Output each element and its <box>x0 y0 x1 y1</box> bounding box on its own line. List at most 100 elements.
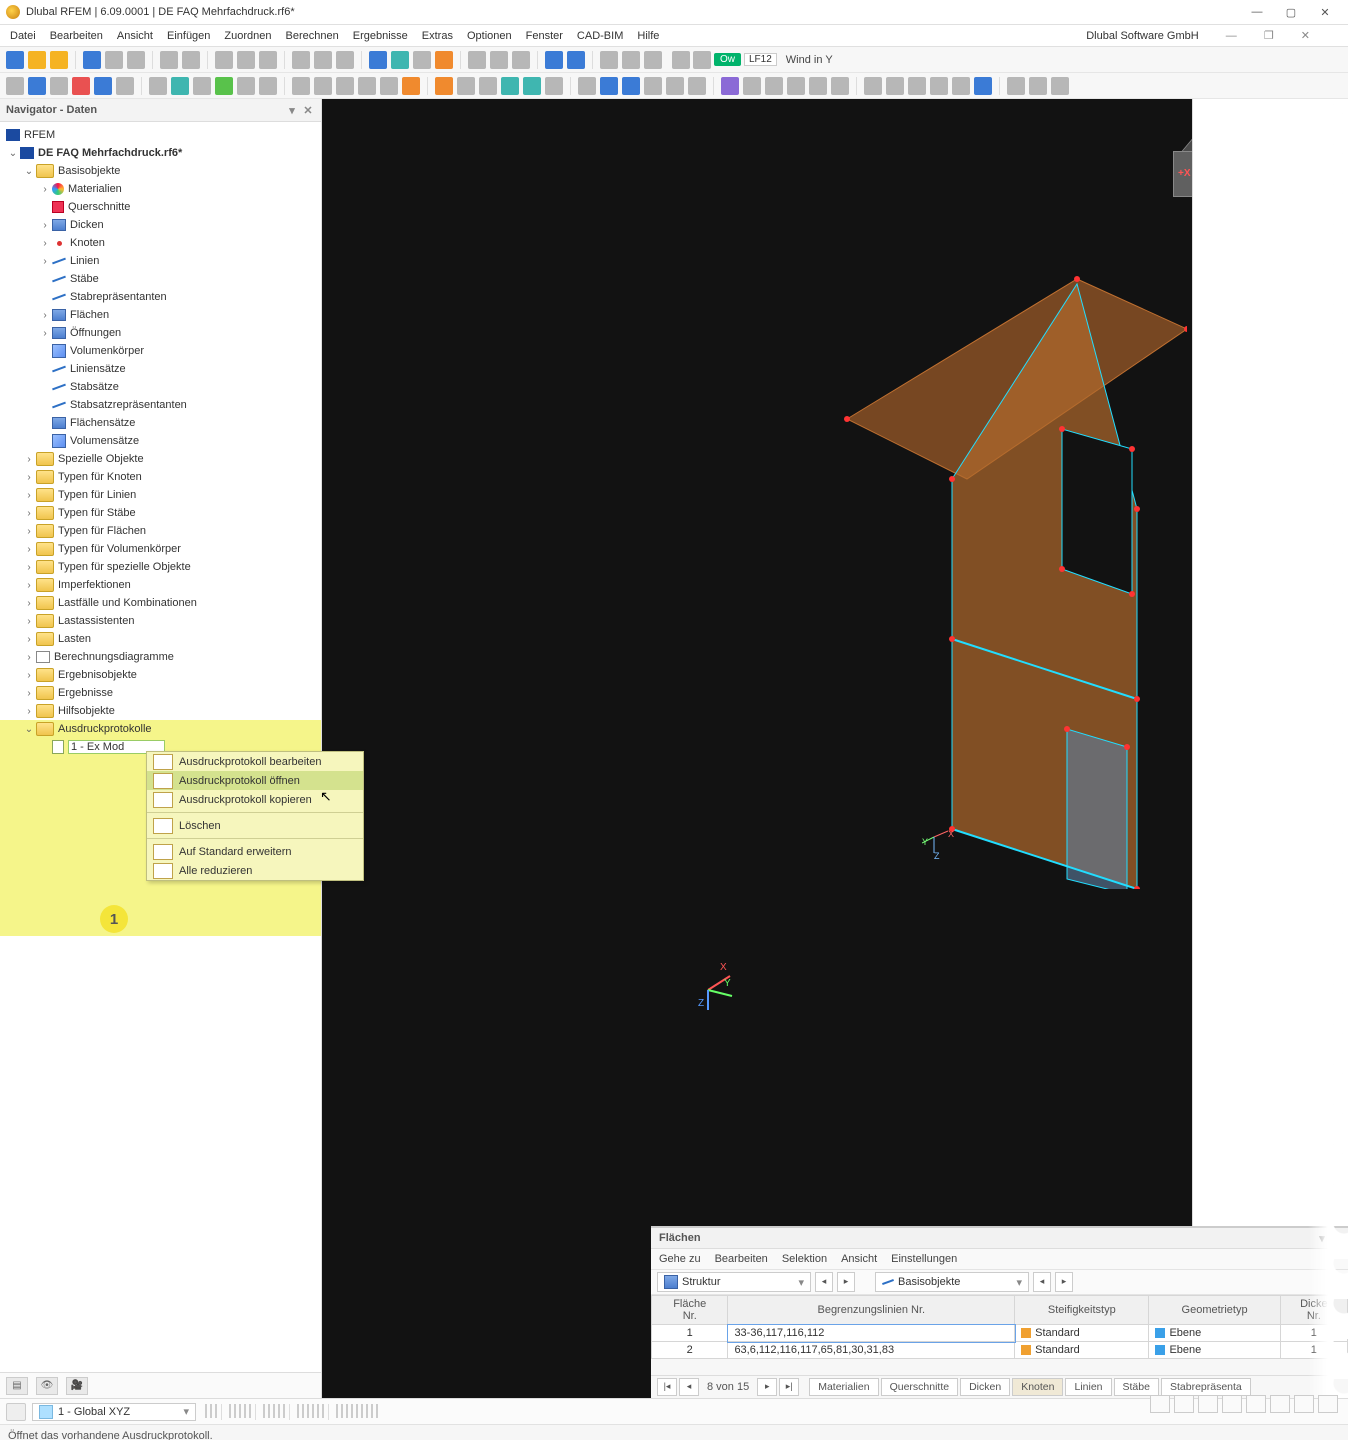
view3-icon[interactable] <box>512 51 530 69</box>
tree-ergebnisse[interactable]: ›Ergebnisse <box>0 684 321 702</box>
doc-restore[interactable]: ❐ <box>1264 30 1274 42</box>
tree-imperfektionen[interactable]: ›Imperfektionen <box>0 576 321 594</box>
tree-hilfsobjekte[interactable]: ›Hilfsobjekte <box>0 702 321 720</box>
tool2-16-icon[interactable] <box>380 77 398 95</box>
status-tool-16-icon[interactable] <box>312 1404 314 1418</box>
navigator-pin-icon[interactable]: ▾ <box>285 104 299 117</box>
ctx-ausdruckprotokoll-kopieren[interactable]: Ausdruckprotokoll kopieren <box>147 790 363 809</box>
table-menu-selektion[interactable]: Selektion <box>782 1253 827 1265</box>
status-tool-27-icon[interactable] <box>376 1404 378 1418</box>
tool2-40-icon[interactable] <box>952 77 970 95</box>
tool2-21-icon[interactable] <box>501 77 519 95</box>
surfaces-table[interactable]: FlächeNr.Begrenzungslinien Nr.Steifigkei… <box>651 1295 1348 1359</box>
pager-first[interactable]: |◂ <box>657 1378 677 1396</box>
right-tool-3-icon[interactable] <box>1222 1395 1242 1413</box>
pager-last[interactable]: ▸| <box>779 1378 799 1396</box>
crumb2-prev[interactable]: ◂ <box>1033 1272 1051 1292</box>
status-tool-9-icon[interactable] <box>268 1404 270 1418</box>
coord-icon[interactable] <box>6 1403 26 1421</box>
tree-model[interactable]: ⌄DE FAQ Mehrfachdruck.rf6* <box>0 144 321 162</box>
tool2-22-icon[interactable] <box>523 77 541 95</box>
tool2-0-icon[interactable] <box>6 77 24 95</box>
status-tool-22-icon[interactable] <box>351 1404 353 1418</box>
right-tool-0-icon[interactable] <box>1150 1395 1170 1413</box>
tool2-39-icon[interactable] <box>930 77 948 95</box>
tree-basisobjekte[interactable]: ⌄Basisobjekte <box>0 162 321 180</box>
new-icon[interactable] <box>6 51 24 69</box>
print-icon[interactable] <box>127 51 145 69</box>
table-category-select[interactable]: Struktur ▾ <box>657 1272 811 1292</box>
status-tool-5-icon[interactable] <box>239 1404 241 1418</box>
table-subcategory-select[interactable]: Basisobjekte ▾ <box>875 1272 1029 1292</box>
tree-knoten[interactable]: ›Knoten <box>0 234 321 252</box>
col-header[interactable]: Geometrietyp <box>1149 1296 1280 1325</box>
tool2-26-icon[interactable] <box>622 77 640 95</box>
tool2-19-icon[interactable] <box>457 77 475 95</box>
tool2-6-icon[interactable] <box>149 77 167 95</box>
tree-ausdruckprotokolle[interactable]: ⌄Ausdruckprotokolle <box>0 720 321 738</box>
tree-stabrepr-sentanten[interactable]: Stabrepräsentanten <box>0 288 321 306</box>
table-menu-einstellungen[interactable]: Einstellungen <box>891 1253 957 1265</box>
tree-typen-f-r-linien[interactable]: ›Typen für Linien <box>0 486 321 504</box>
status-tool-18-icon[interactable] <box>322 1404 324 1418</box>
menu-ansicht[interactable]: Ansicht <box>117 30 153 42</box>
nav-tab1-icon[interactable]: ▤ <box>6 1377 28 1395</box>
menu-cad-bim[interactable]: CAD-BIM <box>577 30 623 42</box>
status-tool-19-icon[interactable] <box>336 1404 338 1418</box>
tool2-29-icon[interactable] <box>688 77 706 95</box>
tree-typen-f-r-volumenk-rper[interactable]: ›Typen für Volumenkörper <box>0 540 321 558</box>
report-icon[interactable] <box>622 51 640 69</box>
tool2-36-icon[interactable] <box>864 77 882 95</box>
status-tool-10-icon[interactable] <box>273 1404 275 1418</box>
status-tool-7-icon[interactable] <box>249 1404 251 1418</box>
status-tool-24-icon[interactable] <box>361 1404 363 1418</box>
tool2-38-icon[interactable] <box>908 77 926 95</box>
save-all-icon[interactable] <box>105 51 123 69</box>
nav-tab2-icon[interactable]: 👁 <box>36 1377 58 1395</box>
tree-lastassistenten[interactable]: ›Lastassistenten <box>0 612 321 630</box>
paste-icon[interactable] <box>259 51 277 69</box>
status-tool-17-icon[interactable] <box>317 1404 319 1418</box>
menu-berechnen[interactable]: Berechnen <box>286 30 339 42</box>
tool2-15-icon[interactable] <box>358 77 376 95</box>
tool2-24-icon[interactable] <box>578 77 596 95</box>
tree-stabsatzrepr-sentanten[interactable]: Stabsatzrepräsentanten <box>0 396 321 414</box>
tool2-35-icon[interactable] <box>831 77 849 95</box>
navigator-close-icon[interactable]: ✕ <box>301 104 315 117</box>
tree-stabs-tze[interactable]: Stabsätze <box>0 378 321 396</box>
status-tool-1-icon[interactable] <box>210 1404 212 1418</box>
menu-optionen[interactable]: Optionen <box>467 30 512 42</box>
tool2-23-icon[interactable] <box>545 77 563 95</box>
doc-minimize[interactable]: ― <box>1226 30 1237 42</box>
status-tool-2-icon[interactable] <box>215 1404 217 1418</box>
view1-icon[interactable] <box>468 51 486 69</box>
tree-lasten[interactable]: ›Lasten <box>0 630 321 648</box>
status-tool-15-icon[interactable] <box>307 1404 309 1418</box>
tool2-17-icon[interactable] <box>402 77 420 95</box>
tool2-10-icon[interactable] <box>237 77 255 95</box>
measure-icon[interactable] <box>644 51 662 69</box>
calc-icon[interactable] <box>369 51 387 69</box>
tree-spezielle-objekte[interactable]: ›Spezielle Objekte <box>0 450 321 468</box>
tables-pin-icon[interactable]: ▾ <box>1319 1232 1325 1245</box>
tree-fl-chen[interactable]: ›Flächen <box>0 306 321 324</box>
col-header[interactable]: DickeNr. <box>1280 1296 1347 1325</box>
tool2-13-icon[interactable] <box>314 77 332 95</box>
tool2-30-icon[interactable] <box>721 77 739 95</box>
menu-ergebnisse[interactable]: Ergebnisse <box>353 30 408 42</box>
tool2-42-icon[interactable] <box>1007 77 1025 95</box>
menu-datei[interactable]: Datei <box>10 30 36 42</box>
tree-lastf-lle-und-kombinationen[interactable]: ›Lastfälle und Kombinationen <box>0 594 321 612</box>
menu-hilfe[interactable]: Hilfe <box>637 30 659 42</box>
close-button[interactable]: ✕ <box>1308 1 1342 23</box>
nav-tab3-icon[interactable]: 🎥 <box>66 1377 88 1395</box>
status-tool-8-icon[interactable] <box>263 1404 265 1418</box>
tables-icon[interactable] <box>413 51 431 69</box>
status-tool-0-icon[interactable] <box>205 1404 207 1418</box>
tree-ergebnisobjekte[interactable]: ›Ergebnisobjekte <box>0 666 321 684</box>
tree-st-be[interactable]: Stäbe <box>0 270 321 288</box>
status-tool-13-icon[interactable] <box>297 1404 299 1418</box>
open-icon[interactable] <box>28 51 46 69</box>
tool2-4-icon[interactable] <box>94 77 112 95</box>
tool2-32-icon[interactable] <box>765 77 783 95</box>
